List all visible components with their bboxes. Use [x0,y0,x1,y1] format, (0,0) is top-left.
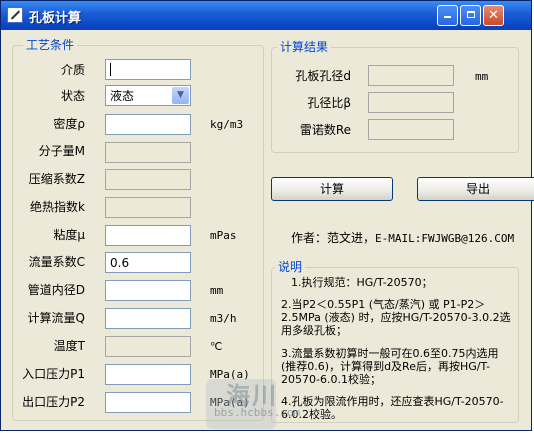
author-name: 作者：范文进， [291,231,376,245]
ratio-label: 孔径比β [307,96,351,110]
window-title: 孔板计算 [29,11,82,26]
state-selected-value: 液态 [110,89,135,103]
viscosity-input[interactable] [105,225,191,246]
minimize-icon [444,16,451,18]
ratio-output [368,92,454,113]
pipediam-input[interactable] [105,280,191,301]
calculate-button[interactable]: 计算 [271,177,393,201]
app-window: 孔板计算 ✕ 工艺条件 介质 状态 液态 ▼ 密度ρ kg/m3 分子量M 压缩系… [0,0,534,431]
flowcoef-input[interactable]: 0.6 [105,252,191,273]
note-item-3: 3.流量系数初算时一般可在0.6至0.75内选用 (推荐0.6)，计算得到d及R… [281,347,499,386]
molweight-label: 分子量M [38,144,85,158]
pipediam-unit: mm [210,284,224,297]
viscosity-label: 粘度μ [53,228,85,242]
reynolds-output [368,119,454,140]
text-caret [110,63,111,76]
note-item-4: 4.孔板为限流作用时，还应查表HG/T-20570-6.0.2校验。 [281,395,504,421]
flow-input[interactable] [105,308,191,329]
compress-input [105,169,191,190]
compress-label: 压缩系数Z [28,172,85,186]
minimize-button[interactable] [437,5,458,26]
close-button[interactable]: ✕ [483,5,504,26]
state-select[interactable]: 液态 ▼ [105,85,191,106]
temp-unit: ℃ [210,340,223,353]
note-item-1: 1.执行规范：HG/T-20570； [291,276,433,289]
export-button[interactable]: 导出 [417,177,534,201]
flow-unit: m3/h [210,312,237,325]
note-item-2: 2.当P2＜0.55P1 (气态/蒸汽) 或 P1-P2＞2.5MPa (液态)… [281,298,511,337]
chevron-down-icon[interactable]: ▼ [172,87,189,104]
watermark-url: bbs.hcbbs.com [214,406,301,419]
process-conditions-title: 工艺条件 [23,38,78,52]
flow-label: 计算流量Q [27,311,85,325]
adiabatic-input [105,197,191,218]
molweight-input [105,142,191,163]
reynolds-label: 雷诺数Re [299,123,351,137]
adiabatic-label: 绝热指数k [30,200,85,214]
medium-input[interactable] [105,59,191,80]
diameter-unit: mm [475,70,489,83]
p1-input[interactable] [105,364,191,385]
density-label: 密度ρ [53,117,85,131]
p1-label: 入口压力P1 [22,367,85,381]
author-info: 作者：范文进，E-MAIL:FWJWGB@126.COM [291,229,514,246]
results-title: 计算结果 [277,40,332,54]
temp-input [105,336,191,357]
pipediam-label: 管道内径D [27,283,85,297]
maximize-button[interactable] [460,5,481,26]
notes-title: 说明 [275,260,306,274]
diameter-output [368,65,454,86]
title-bar[interactable]: 孔板计算 ✕ [1,1,531,30]
diameter-label: 孔板孔径d [295,69,351,83]
temp-label: 温度T [53,339,85,353]
medium-label: 介质 [60,63,85,77]
flowcoef-label: 流量系数C [28,255,85,269]
maximize-icon [466,11,475,18]
app-icon [7,7,23,23]
state-label: 状态 [60,89,85,103]
density-input[interactable] [105,114,191,135]
viscosity-unit: mPas [210,229,237,242]
p2-input[interactable] [105,392,191,413]
close-icon: ✕ [488,8,499,23]
author-email: E-MAIL:FWJWGB@126.COM [375,232,515,245]
density-unit: kg/m3 [210,118,244,131]
p2-label: 出口压力P2 [22,395,85,409]
